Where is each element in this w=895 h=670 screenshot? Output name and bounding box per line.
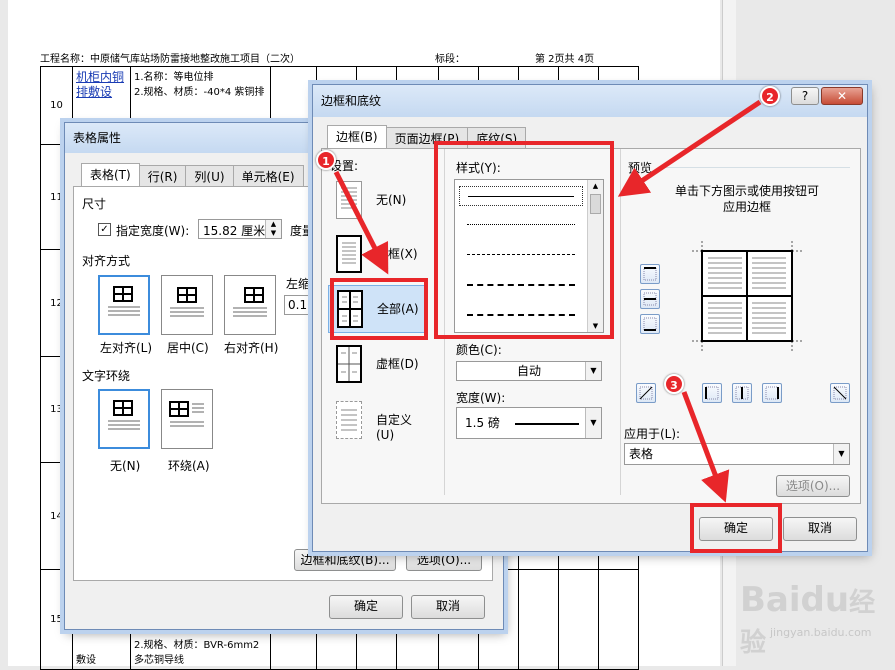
arrow-2: [617, 99, 762, 197]
arrow-3: [681, 391, 730, 503]
step-badge-1: 1: [316, 150, 336, 170]
step-badge-3: 3: [664, 374, 684, 394]
arrow-1: [333, 170, 389, 275]
step-badge-2: 2: [760, 86, 780, 106]
